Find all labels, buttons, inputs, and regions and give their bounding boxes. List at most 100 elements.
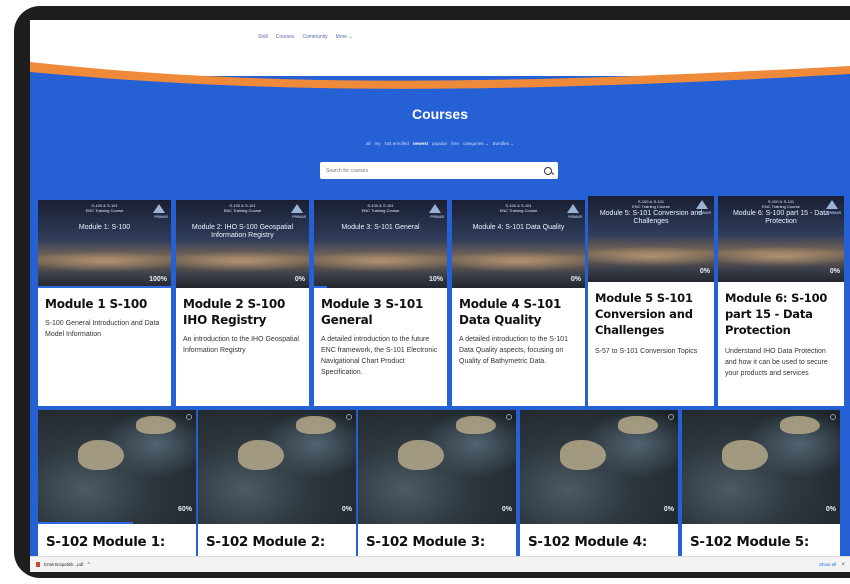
nav-item-community[interactable]: Community — [302, 34, 327, 40]
filter-popular[interactable]: popular — [432, 141, 447, 147]
filter-bundles[interactable]: Bundles ⌄ — [493, 141, 514, 147]
progress-bar — [38, 286, 171, 288]
course-thumbnail: 0% — [520, 410, 678, 524]
course-description: S-57 to S-101 Conversion Topics — [595, 348, 698, 355]
download-item[interactable]: Entertinspetitik...pdf ^ — [36, 562, 90, 568]
browser-viewport: Stoll Courses Community More ⌄ Courses a… — [30, 20, 850, 572]
course-description: S-100 General Introduction and Data Mode… — [45, 320, 160, 338]
course-thumbnail: S-100 & S-101 ENC Training Course Module … — [38, 200, 171, 288]
course-title[interactable]: S-102 Module 1: — [46, 534, 165, 550]
course-card-module-4[interactable]: S-100 & S-101 ENC Training Course Module … — [452, 200, 585, 406]
course-description: Understand IHO Data Protection and how i… — [725, 348, 828, 377]
filter-free[interactable]: free — [451, 141, 459, 147]
progress-percent: 0% — [829, 268, 840, 275]
pdf-file-icon — [36, 562, 40, 567]
course-card-module-2[interactable]: S-100 & S-101 ENC Training Course Module … — [176, 200, 309, 406]
course-description: A detailed introduction to the future EN… — [321, 336, 438, 376]
primar-logo-icon — [291, 204, 303, 213]
course-description: An introduction to the IHO Geospatial In… — [183, 336, 299, 354]
nav-item-stoll[interactable]: Stoll — [258, 34, 268, 40]
info-icon — [668, 414, 674, 420]
download-filename: Entertinspetitik...pdf — [44, 562, 84, 567]
course-title[interactable]: S-102 Module 2: — [206, 534, 325, 550]
search-icon[interactable] — [544, 166, 552, 175]
thumb-title: Module 4: S-101 Data Quality — [472, 224, 565, 231]
info-icon — [346, 414, 352, 420]
progress-percent: 0% — [294, 276, 305, 283]
primar-logo-text: PRIMAR — [697, 211, 711, 215]
course-card-s102-module-3[interactable]: 0% S-102 Module 3: — [358, 410, 516, 556]
progress-percent: 0% — [570, 276, 581, 283]
thumb-title: Module 1: S-100 — [78, 224, 131, 231]
primar-logo-icon — [429, 204, 441, 213]
course-thumbnail: S-100 & S-101 ENC Training Course Module … — [452, 200, 585, 288]
course-card-s102-module-4[interactable]: 0% S-102 Module 4: — [520, 410, 678, 556]
primar-logo-text: PRIMAR — [827, 211, 841, 215]
course-thumbnail: S-100 & S-101 ENC Training Course Module … — [718, 196, 844, 282]
course-card-module-3[interactable]: S-100 & S-101 ENC Training Course Module … — [314, 200, 447, 406]
show-all-downloads-link[interactable]: Show all — [819, 562, 836, 567]
progress-bar — [38, 522, 133, 524]
info-icon — [506, 414, 512, 420]
course-thumbnail: S-100 & S-101 ENC Training Course Module … — [176, 200, 309, 288]
nav-item-more[interactable]: More ⌄ — [336, 34, 353, 40]
progress-percent: 10% — [428, 276, 443, 283]
course-card-s102-module-1[interactable]: 60% S-102 Module 1: — [38, 410, 196, 556]
course-card-module-6[interactable]: S-100 & S-101 ENC Training Course Module … — [718, 196, 844, 406]
progress-bar — [314, 286, 328, 288]
progress-percent: 0% — [341, 506, 352, 513]
thumb-header: S-100 & S-101 ENC Training Course — [85, 203, 124, 213]
thumb-header: S-100 & S-101 ENC Training Course — [499, 203, 538, 213]
course-title[interactable]: Module 2 S-100 IHO Registry — [183, 296, 305, 328]
course-title[interactable]: S-102 Module 5: — [690, 534, 809, 550]
filter-my[interactable]: my — [375, 141, 381, 147]
course-thumbnail: S-100 & S-101 ENC Training Course Module … — [588, 196, 714, 282]
course-card-s102-module-2[interactable]: 0% S-102 Module 2: — [198, 410, 356, 556]
course-search — [320, 162, 558, 179]
course-card-module-5[interactable]: S-100 & S-101 ENC Training Course Module … — [588, 196, 714, 406]
thumb-title: Module 3: S-101 General — [341, 224, 420, 231]
course-title[interactable]: S-102 Module 3: — [366, 534, 485, 550]
orange-wave-decoration — [30, 62, 850, 94]
primar-logo-text: PRIMAR — [292, 215, 306, 219]
progress-percent: 100% — [149, 276, 167, 283]
course-title[interactable]: Module 1 S-100 — [45, 296, 167, 312]
search-input[interactable] — [326, 167, 544, 174]
progress-percent: 0% — [825, 506, 836, 513]
course-thumbnail: 0% — [198, 410, 356, 524]
thumb-title: Module 2: IHO S-100 Geospatial Informati… — [191, 224, 294, 239]
course-card-s102-module-5[interactable]: 0% S-102 Module 5: — [682, 410, 840, 556]
filter-newest[interactable]: newest — [413, 141, 428, 147]
course-title[interactable]: Module 6: S-100 part 15 - Data Protectio… — [725, 290, 840, 338]
info-icon — [830, 414, 836, 420]
course-title[interactable]: Module 3 S-101 General — [321, 296, 443, 328]
primar-logo-text: PRIMAR — [154, 215, 168, 219]
course-thumbnail: S-100 & S-101 ENC Training Course Module … — [314, 200, 447, 288]
chevron-up-icon[interactable]: ^ — [88, 562, 90, 568]
primar-logo-icon — [696, 200, 708, 209]
course-title[interactable]: S-102 Module 4: — [528, 534, 647, 550]
primar-logo-text: PRIMAR — [568, 215, 582, 219]
top-nav: Stoll Courses Community More ⌄ — [30, 20, 850, 54]
filter-all[interactable]: all — [366, 141, 371, 147]
close-icon[interactable]: × — [841, 562, 845, 568]
thumb-header: S-100 & S-101 ENC Training Course — [361, 203, 400, 213]
progress-percent: 60% — [177, 506, 192, 513]
course-title[interactable]: Module 4 S-101 Data Quality — [459, 296, 581, 328]
primar-logo-icon — [153, 204, 165, 213]
course-description: A detailed introduction to the S-101 Dat… — [459, 336, 568, 365]
course-thumbnail: 60% — [38, 410, 196, 524]
primar-logo-icon — [567, 204, 579, 213]
page-title: Courses — [411, 106, 469, 122]
course-title[interactable]: Module 5 S-101 Conversion and Challenges — [595, 290, 710, 338]
course-filters: all my Not enrolled newest popular free … — [30, 141, 850, 147]
filter-categories[interactable]: categories ⌄ — [463, 141, 489, 147]
nav-item-courses[interactable]: Courses — [276, 34, 295, 40]
progress-percent: 0% — [663, 506, 674, 513]
progress-percent: 0% — [501, 506, 512, 513]
primar-logo-text: PRIMAR — [430, 215, 444, 219]
thumb-header: S-100 & S-101 ENC Training Course — [223, 203, 262, 213]
thumb-title: Module 5: S-101 Conversion and Challenge… — [599, 210, 703, 225]
filter-not-enrolled[interactable]: Not enrolled — [385, 141, 409, 147]
course-card-module-1[interactable]: S-100 & S-101 ENC Training Course Module … — [38, 200, 171, 406]
